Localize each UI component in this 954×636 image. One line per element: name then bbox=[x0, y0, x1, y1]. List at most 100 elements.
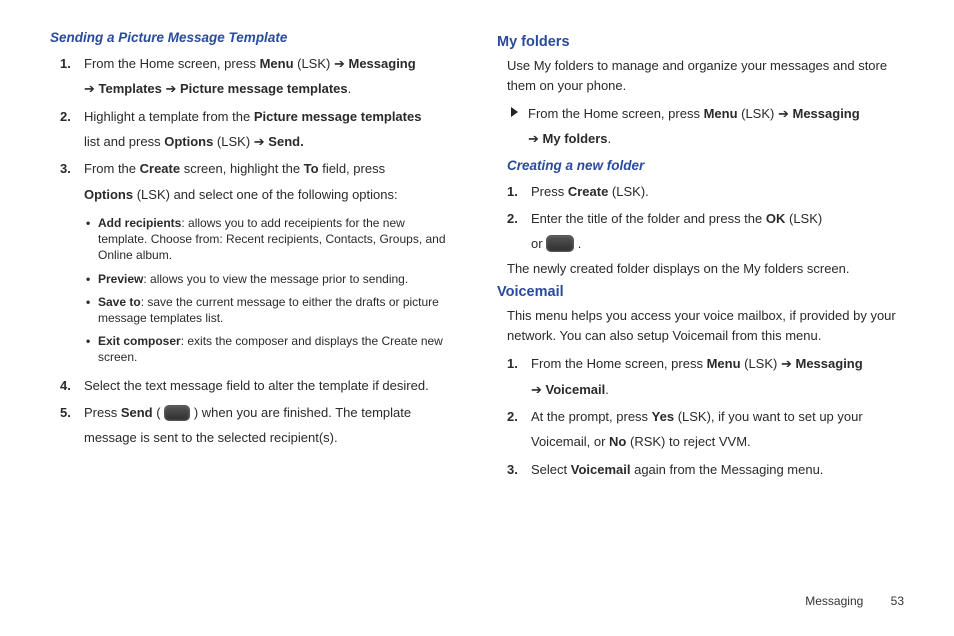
bold: Voicemail bbox=[542, 382, 605, 397]
bold: Exit composer bbox=[98, 334, 181, 348]
left-column: Sending a Picture Message Template From … bbox=[50, 30, 457, 484]
text: : save the current message to either the… bbox=[98, 295, 439, 325]
text: . bbox=[605, 382, 609, 397]
my-folders-outro: The newly created folder displays on the… bbox=[497, 259, 904, 279]
bold: Create bbox=[140, 161, 180, 176]
bold: Create bbox=[568, 184, 608, 199]
bold: Send bbox=[121, 405, 153, 420]
text: or bbox=[531, 236, 546, 251]
left-step-1: From the Home screen, press Menu (LSK) ➔… bbox=[50, 51, 457, 102]
manual-page: Sending a Picture Message Template From … bbox=[0, 0, 954, 636]
bold: Messaging bbox=[789, 106, 860, 121]
heading-creating-folder: Creating a new folder bbox=[497, 158, 904, 173]
bullet-exit-composer: Exit composer: exits the composer and di… bbox=[84, 333, 457, 365]
bold: Yes bbox=[652, 409, 674, 424]
arrow-icon: ➔ bbox=[165, 76, 176, 101]
text: Select the text message field to alter t… bbox=[84, 378, 429, 393]
voicemail-steps: From the Home screen, press Menu (LSK) ➔… bbox=[497, 351, 904, 482]
text: (LSK) and select one of the following op… bbox=[133, 187, 398, 202]
create-step-2: Enter the title of the folder and press … bbox=[497, 206, 904, 257]
left-step-3: From the Create screen, highlight the To… bbox=[50, 156, 457, 365]
left-steps: From the Home screen, press Menu (LSK) ➔… bbox=[50, 51, 457, 451]
left-step-4: Select the text message field to alter t… bbox=[50, 373, 457, 398]
heading-sending-template: Sending a Picture Message Template bbox=[50, 30, 457, 45]
two-column-layout: Sending a Picture Message Template From … bbox=[50, 30, 904, 484]
triangle-bullet-icon bbox=[511, 107, 518, 117]
left-step-5: Press Send ( ) when you are finished. Th… bbox=[50, 400, 457, 451]
bold: Menu bbox=[707, 356, 741, 371]
left-bullets: Add recipients: allows you to add receip… bbox=[84, 215, 457, 366]
text: (LSK) bbox=[213, 134, 253, 149]
page-footer: Messaging 53 bbox=[805, 594, 904, 608]
footer-page-number: 53 bbox=[891, 594, 904, 608]
text: (LSK) bbox=[738, 106, 778, 121]
heading-my-folders: My folders bbox=[497, 34, 904, 50]
vm-step-2: At the prompt, press Yes (LSK), if you w… bbox=[497, 404, 904, 455]
bold: Messaging bbox=[345, 56, 416, 71]
text: From the Home screen, press bbox=[531, 356, 707, 371]
text: (RSK) to reject VVM. bbox=[626, 434, 750, 449]
arrow-icon: ➔ bbox=[84, 76, 95, 101]
vm-step-1: From the Home screen, press Menu (LSK) ➔… bbox=[497, 351, 904, 402]
bold: Send. bbox=[265, 134, 304, 149]
bold: Options bbox=[84, 187, 133, 202]
arrow-icon: ➔ bbox=[531, 377, 542, 402]
bold: Add recipients bbox=[98, 216, 181, 230]
text: From the Home screen, press bbox=[84, 56, 260, 71]
arrow-icon: ➔ bbox=[528, 126, 539, 151]
bold: Menu bbox=[704, 106, 738, 121]
text: (LSK). bbox=[608, 184, 648, 199]
text: : allows you to view the message prior t… bbox=[143, 272, 408, 286]
bold: No bbox=[609, 434, 626, 449]
bold: Picture message templates bbox=[254, 109, 422, 124]
right-column: My folders Use My folders to manage and … bbox=[497, 30, 904, 484]
text: field, press bbox=[319, 161, 385, 176]
vm-step-3: Select Voicemail again from the Messagin… bbox=[497, 457, 904, 482]
my-folders-nav-step: From the Home screen, press Menu (LSK) ➔… bbox=[497, 101, 904, 152]
bold: Preview bbox=[98, 272, 143, 286]
center-key-icon bbox=[164, 405, 190, 421]
create-step-1: Press Create (LSK). bbox=[497, 179, 904, 204]
text: list and press bbox=[84, 134, 164, 149]
text: From the bbox=[84, 161, 140, 176]
text: From the Home screen, press bbox=[528, 106, 704, 121]
text: Select bbox=[531, 462, 571, 477]
left-step-2: Highlight a template from the Picture me… bbox=[50, 104, 457, 155]
bold: OK bbox=[766, 211, 786, 226]
voicemail-intro: This menu helps you access your voice ma… bbox=[497, 306, 904, 345]
bold: Options bbox=[164, 134, 213, 149]
arrow-icon: ➔ bbox=[778, 101, 789, 126]
bold: Save to bbox=[98, 295, 141, 309]
text: (LSK) bbox=[741, 356, 781, 371]
bold: Voicemail bbox=[571, 462, 631, 477]
arrow-icon: ➔ bbox=[254, 129, 265, 154]
text: Press bbox=[84, 405, 121, 420]
text: (LSK) bbox=[785, 211, 822, 226]
text: . bbox=[608, 131, 612, 146]
bold: Picture message templates bbox=[176, 81, 347, 96]
bullet-save-to: Save to: save the current message to eit… bbox=[84, 294, 457, 326]
bold: To bbox=[304, 161, 319, 176]
bullet-add-recipients: Add recipients: allows you to add receip… bbox=[84, 215, 457, 264]
text: screen, highlight the bbox=[180, 161, 304, 176]
my-folders-intro: Use My folders to manage and organize yo… bbox=[497, 56, 904, 95]
text: From the Home screen, press Menu (LSK) ➔… bbox=[528, 101, 860, 152]
bold: Menu bbox=[260, 56, 294, 71]
text: . bbox=[574, 236, 581, 251]
text: ( bbox=[153, 405, 165, 420]
bullet-preview: Preview: allows you to view the message … bbox=[84, 271, 457, 287]
text: Enter the title of the folder and press … bbox=[531, 211, 766, 226]
creating-folder-steps: Press Create (LSK). Enter the title of t… bbox=[497, 179, 904, 257]
text: At the prompt, press bbox=[531, 409, 652, 424]
bold: Messaging bbox=[792, 356, 863, 371]
text: Press bbox=[531, 184, 568, 199]
arrow-icon: ➔ bbox=[781, 351, 792, 376]
center-key-icon bbox=[546, 235, 574, 252]
arrow-icon: ➔ bbox=[334, 51, 345, 76]
bold: Templates bbox=[95, 81, 166, 96]
footer-section: Messaging bbox=[805, 594, 863, 608]
heading-voicemail: Voicemail bbox=[497, 284, 904, 300]
text: (LSK) bbox=[294, 56, 334, 71]
text: Highlight a template from the bbox=[84, 109, 254, 124]
bold: My folders bbox=[539, 131, 608, 146]
